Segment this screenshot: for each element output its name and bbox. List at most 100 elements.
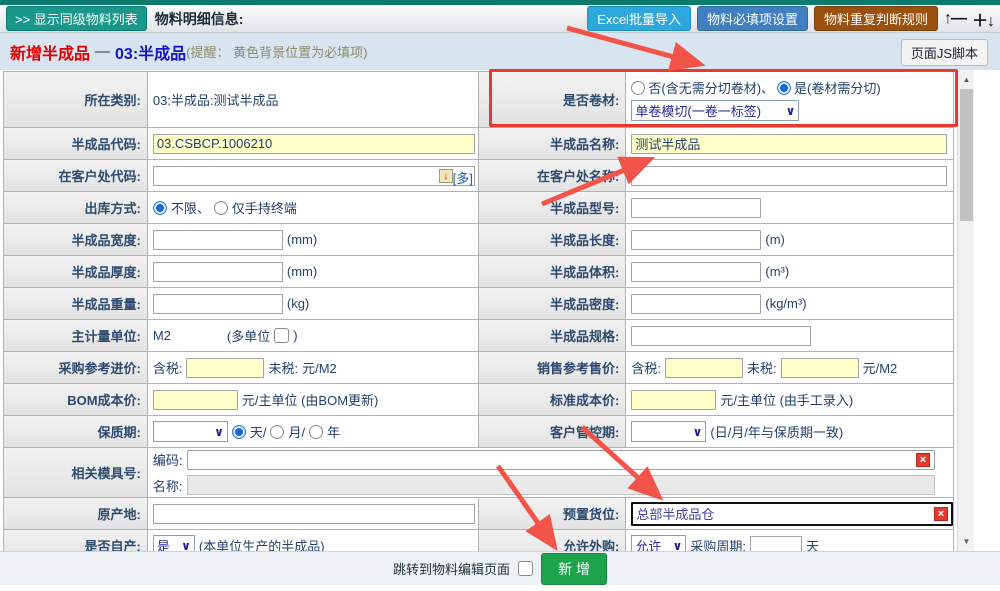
origin-input[interactable] — [153, 504, 475, 524]
thickness-cell: (mm) — [148, 256, 479, 288]
required-fields-settings-button[interactable]: 物料必填项设置 — [697, 6, 808, 31]
customer-name-cell — [626, 160, 954, 192]
purchase-price-label: 采购参考进价: — [4, 352, 148, 384]
scroll-down-icon[interactable]: ▼ — [958, 534, 975, 549]
unit-label: 主计量单位: — [4, 320, 148, 352]
scroll-up-icon[interactable]: ▲ — [958, 72, 975, 87]
toolbar: >> 显示同级物料列表 物料明细信息: Excel批量导入 物料必填项设置 物料… — [0, 5, 1000, 33]
bom-cost-input[interactable] — [153, 390, 238, 410]
jump-to-edit-checkbox[interactable] — [518, 561, 533, 576]
roll-no-radio[interactable] — [631, 81, 645, 95]
clear-icon[interactable]: × — [916, 453, 930, 467]
volume-label: 半成品体积: — [479, 256, 627, 288]
shelf-life-label: 保质期: — [4, 416, 148, 448]
multi-unit-close: ) — [293, 328, 297, 343]
preset-location-input[interactable] — [631, 502, 953, 526]
thickness-input[interactable] — [153, 262, 283, 282]
mold-name-line: 名称: — [153, 474, 935, 498]
clear-icon[interactable]: × — [934, 507, 948, 521]
collapse-up-icon[interactable]: ↑— — [944, 10, 966, 28]
import-icon[interactable]: ↓ — [439, 169, 453, 183]
volume-input[interactable] — [631, 262, 761, 282]
thickness-label: 半成品厚度: — [4, 256, 148, 288]
scrollbar-thumb[interactable] — [960, 89, 973, 221]
table-row: 半成品重量: (kg) 半成品密度: (kg/m³) — [4, 288, 954, 320]
category-value: 03:半成品:测试半成品 — [148, 72, 479, 128]
multi-unit-checkbox[interactable] — [274, 328, 289, 343]
mold-cell: 编码: × 名称: — [148, 448, 954, 498]
table-row: 原产地: 预置货位: × — [4, 498, 954, 530]
outsource-select[interactable]: 允许 ∨ — [631, 535, 686, 551]
weight-input[interactable] — [153, 294, 283, 314]
excel-import-button[interactable]: Excel批量导入 — [587, 6, 691, 31]
code-input[interactable] — [153, 134, 475, 154]
purchase-tax-input[interactable] — [186, 358, 264, 378]
table-row: 主计量单位: M2 (多单位 ) 半成品规格: — [4, 320, 954, 352]
roll-cut-select[interactable]: 单卷模切(一卷一标签) ∨ — [631, 100, 799, 121]
shelf-life-cell: ∨ 天/ 月/ 年 — [148, 416, 479, 448]
self-made-select-value: 是 — [157, 536, 170, 551]
roll-cut-select-value: 单卷模切(一卷一标签) — [635, 101, 761, 120]
sale-price-unit: 元/M2 — [863, 358, 898, 377]
is-roll-label: 是否卷材: — [479, 72, 627, 128]
vertical-scrollbar[interactable]: ▲ ▼ — [957, 70, 974, 551]
show-sibling-list-button[interactable]: >> 显示同级物料列表 — [6, 6, 147, 31]
purchase-cycle-input[interactable] — [750, 536, 802, 552]
sale-tax-input[interactable] — [665, 358, 743, 378]
unit-value: M2 — [153, 328, 171, 343]
expand-down-icon[interactable]: ＋↓ — [972, 7, 994, 31]
outbound-unlimited-label: 不限、 — [171, 198, 210, 217]
weight-label: 半成品重量: — [4, 288, 148, 320]
mold-name-label: 名称: — [153, 476, 183, 495]
outsource-cell: 允许 ∨ 采购周期: 天 — [626, 530, 954, 551]
table-row: 相关模具号: 编码: × 名称: — [4, 448, 954, 498]
outbound-handheld-radio[interactable] — [214, 201, 228, 215]
model-cell — [626, 192, 954, 224]
outbound-unlimited-radio[interactable] — [153, 201, 167, 215]
table-row: 所在类别: 03:半成品:测试半成品 是否卷材: 否(含无需分切卷材)、 是(卷… — [4, 72, 954, 128]
multi-link[interactable]: [多] — [453, 168, 473, 187]
mold-code-wrap: × — [187, 450, 935, 470]
width-input[interactable] — [153, 230, 283, 250]
mold-name-input — [187, 475, 935, 495]
spec-label: 半成品规格: — [479, 320, 627, 352]
density-input[interactable] — [631, 294, 761, 314]
name-input[interactable] — [631, 134, 947, 154]
shelf-life-select[interactable]: ∨ — [153, 421, 228, 442]
table-row: 出库方式: 不限、 仅手持终端 半成品型号: — [4, 192, 954, 224]
length-label: 半成品长度: — [479, 224, 627, 256]
customer-name-input[interactable] — [631, 166, 947, 186]
bom-cost-suffix: 元/主单位 (由BOM更新) — [242, 390, 379, 409]
sale-tax-label: 含税: — [631, 358, 661, 377]
outsource-select-value: 允许 — [635, 536, 661, 551]
duplicate-rule-button[interactable]: 物料重复判断规则 — [814, 6, 938, 31]
mold-code-input[interactable] — [187, 450, 935, 470]
cust-control-select[interactable]: ∨ — [631, 421, 706, 442]
std-cost-input[interactable] — [631, 390, 716, 410]
spec-input[interactable] — [631, 326, 811, 346]
add-button[interactable]: 新 增 — [541, 553, 607, 585]
sale-notax-input[interactable] — [781, 358, 859, 378]
length-input[interactable] — [631, 230, 761, 250]
shelf-month-radio[interactable] — [270, 425, 284, 439]
self-made-select[interactable]: 是 ∨ — [153, 535, 195, 551]
shelf-day-label: 天/ — [250, 422, 267, 441]
chevron-down-icon: ∨ — [673, 539, 683, 552]
weight-cell: (kg) — [148, 288, 479, 320]
bottom-action-bar: 跳转到物料编辑页面 新 增 — [0, 551, 1000, 585]
customer-code-label: 在客户处代码: — [4, 160, 148, 192]
page-title: 新增半成品 — [10, 40, 90, 64]
outbound-label: 出库方式: — [4, 192, 148, 224]
shelf-day-radio[interactable] — [232, 425, 246, 439]
table-row: BOM成本价: 元/主单位 (由BOM更新) 标准成本价: 元/主单位 (由手工… — [4, 384, 954, 416]
customer-code-input[interactable] — [153, 166, 475, 186]
density-unit: (kg/m³) — [765, 296, 806, 311]
jump-to-edit-label: 跳转到物料编辑页面 — [393, 559, 510, 578]
cust-control-label: 客户管控期: — [479, 416, 627, 448]
shelf-year-radio[interactable] — [309, 425, 323, 439]
roll-yes-radio[interactable] — [777, 81, 791, 95]
page-js-script-button[interactable]: 页面JS脚本 — [901, 39, 988, 66]
is-roll-radios: 否(含无需分切卷材)、 是(卷材需分切) — [631, 78, 880, 97]
purchase-tax-label: 含税: — [153, 358, 183, 377]
model-input[interactable] — [631, 198, 761, 218]
